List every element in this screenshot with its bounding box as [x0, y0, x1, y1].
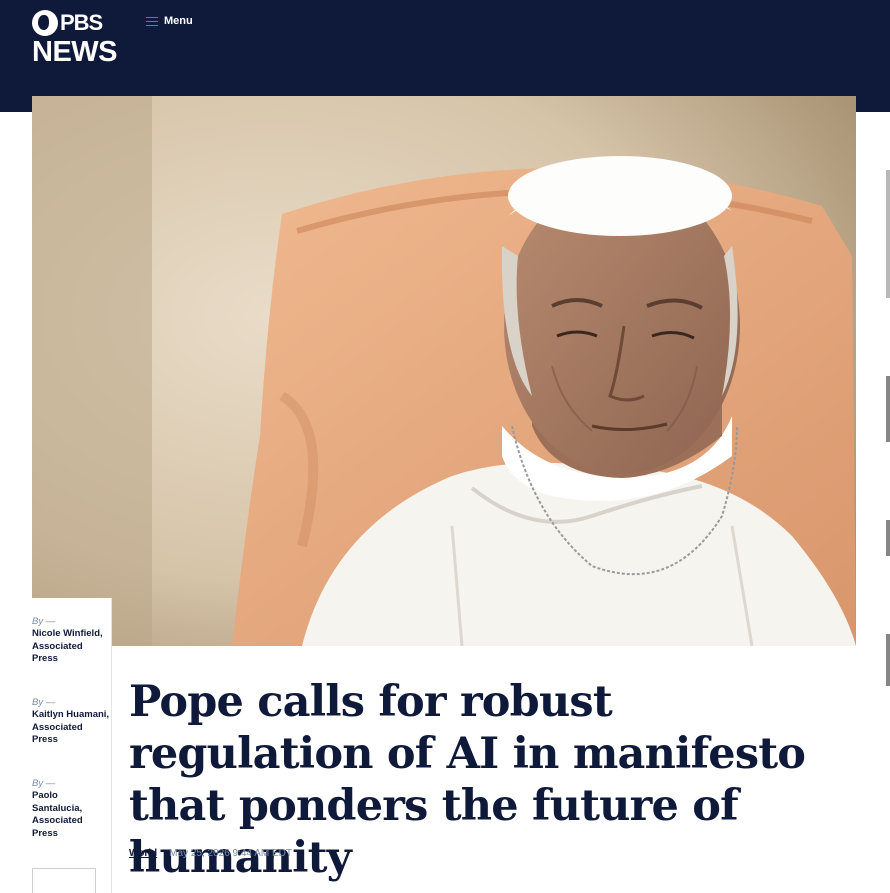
author-block[interactable]: By — Nicole Winfield, Associated Press: [32, 616, 110, 666]
category-link[interactable]: World: [129, 848, 157, 859]
byline-prefix: By —: [32, 778, 56, 789]
author-block[interactable]: By — Paolo Santalucia, Associated Press: [32, 778, 110, 840]
byline-prefix: By —: [32, 697, 56, 708]
author-name[interactable]: Kaitlyn Huamani, Associated Press: [32, 709, 110, 747]
hero-image: [32, 96, 856, 646]
logo-pbs-text: PBS: [60, 10, 103, 35]
pope-photo: [32, 96, 856, 646]
sidebar-fragment: [886, 376, 890, 442]
logo-news-text: NEWS: [32, 36, 118, 68]
sidebar-fragment: [886, 520, 890, 556]
hamburger-icon: [146, 16, 158, 26]
author-name[interactable]: Paolo Santalucia, Associated Press: [32, 790, 110, 840]
byline-column: By — Nicole Winfield, Associated Press B…: [32, 598, 112, 893]
author-name[interactable]: Nicole Winfield, Associated Press: [32, 628, 110, 666]
sidebar-fragment: [886, 170, 890, 298]
article-meta: World May 25, 2026 9:44 AM EDT: [129, 848, 292, 859]
publish-date: May 25, 2026 9:44 AM EDT: [169, 848, 292, 859]
author-block[interactable]: By — Kaitlyn Huamani, Associated Press: [32, 697, 110, 747]
sidebar-fragment: [886, 634, 890, 686]
menu-button[interactable]: Menu: [146, 13, 193, 29]
pbs-news-logo[interactable]: PBS NEWS: [32, 10, 118, 67]
share-box[interactable]: [32, 868, 96, 893]
menu-label: Menu: [164, 15, 193, 27]
byline-prefix: By —: [32, 616, 56, 627]
pbs-head-icon: [32, 10, 58, 36]
